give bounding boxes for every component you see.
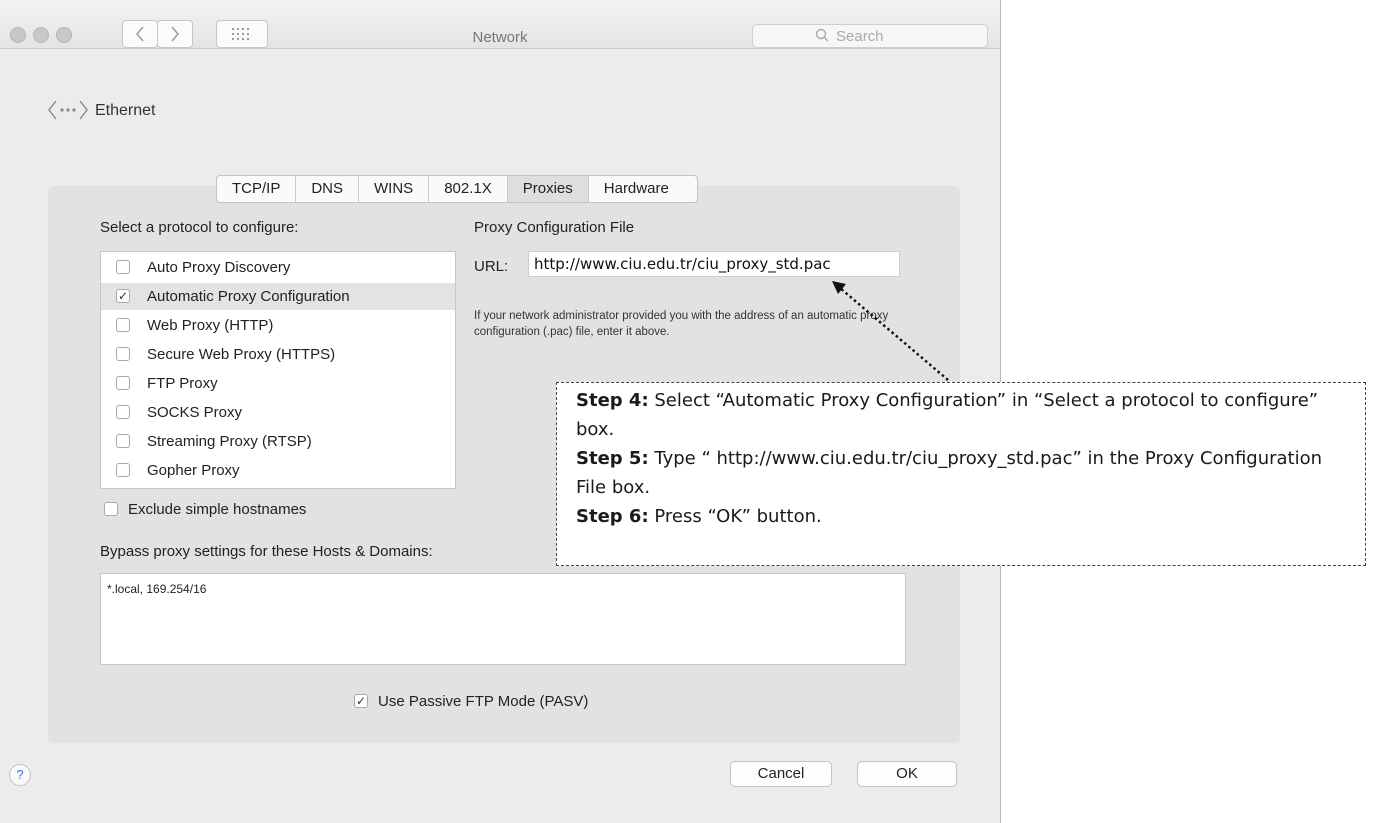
checkbox[interactable] — [116, 463, 130, 477]
checkbox[interactable] — [116, 347, 130, 361]
url-field[interactable]: http://www.ciu.edu.tr/ciu_proxy_std.pac — [528, 251, 900, 277]
step-prefix: Step 4: — [576, 390, 649, 411]
search-placeholder: Search — [836, 28, 884, 45]
step-text: Press “OK” button. — [648, 506, 822, 527]
protocol-item-streaming-proxy[interactable]: Streaming Proxy (RTSP) — [101, 428, 455, 455]
grid-icon — [232, 28, 249, 40]
protocol-item-ftp-proxy[interactable]: FTP Proxy — [101, 370, 455, 397]
protocol-label: Gopher Proxy — [147, 462, 240, 479]
step-4: Step 4: Select “Automatic Proxy Configur… — [576, 386, 1356, 444]
back-button[interactable] — [122, 20, 158, 48]
checkbox[interactable] — [116, 318, 130, 332]
chevron-left-icon — [136, 26, 144, 42]
step-prefix: Step 5: — [576, 448, 649, 469]
forward-button[interactable] — [157, 20, 193, 48]
protocol-list: Auto Proxy Discovery ✓ Automatic Proxy C… — [100, 251, 456, 489]
exclude-simple-hostnames-label: Exclude simple hostnames — [128, 501, 307, 518]
search-icon — [815, 28, 829, 42]
minimize-window-button[interactable] — [33, 27, 49, 43]
step-5: Step 5: Type “ http://www.ciu.edu.tr/ciu… — [576, 444, 1356, 502]
protocol-item-gopher-proxy[interactable]: Gopher Proxy — [101, 457, 455, 484]
protocol-heading: Select a protocol to configure: — [100, 219, 299, 236]
cancel-button[interactable]: Cancel — [730, 761, 832, 787]
ok-button[interactable]: OK — [857, 761, 957, 787]
exclude-simple-hostnames-checkbox[interactable] — [104, 502, 118, 516]
protocol-item-automatic-proxy-configuration[interactable]: ✓ Automatic Proxy Configuration — [101, 283, 455, 310]
step-text: Select “Automatic Proxy Configuration” i… — [576, 390, 1319, 440]
window-title: Network — [472, 29, 528, 46]
tab-proxies[interactable]: Proxies — [507, 176, 589, 202]
zoom-window-button[interactable] — [56, 27, 72, 43]
protocol-item-socks-proxy[interactable]: SOCKS Proxy — [101, 399, 455, 426]
checkbox[interactable] — [116, 376, 130, 390]
chevron-right-icon — [171, 26, 179, 42]
show-all-button[interactable] — [216, 20, 268, 48]
bypass-heading: Bypass proxy settings for these Hosts & … — [100, 543, 433, 560]
tab-dns[interactable]: DNS — [296, 176, 360, 202]
network-arrows-icon[interactable] — [47, 99, 89, 121]
url-label: URL: — [474, 258, 509, 275]
protocol-item-secure-web-proxy[interactable]: Secure Web Proxy (HTTPS) — [101, 341, 455, 368]
help-button[interactable]: ? — [9, 764, 31, 786]
tab-8021x[interactable]: 802.1X — [429, 176, 508, 202]
bypass-hosts-textarea[interactable]: *.local, 169.254/16 — [100, 573, 906, 665]
protocol-label: FTP Proxy — [147, 375, 218, 392]
passive-ftp-label: Use Passive FTP Mode (PASV) — [378, 693, 589, 710]
protocol-label: SOCKS Proxy — [147, 404, 243, 421]
checkbox-checked[interactable]: ✓ — [116, 289, 130, 303]
instruction-text: Step 4: Select “Automatic Proxy Configur… — [576, 386, 1356, 531]
close-window-button[interactable] — [10, 27, 26, 43]
step-6: Step 6: Press “OK” button. — [576, 502, 1356, 531]
step-text: Type “ http://www.ciu.edu.tr/ciu_proxy_s… — [576, 448, 1323, 498]
protocol-label: Streaming Proxy (RTSP) — [147, 433, 312, 450]
protocol-label: Web Proxy (HTTP) — [147, 317, 274, 334]
step-prefix: Step 6: — [576, 506, 649, 527]
proxy-help-text: If your network administrator provided y… — [474, 310, 889, 338]
protocol-item-web-proxy[interactable]: Web Proxy (HTTP) — [101, 312, 455, 339]
checkbox[interactable] — [116, 434, 130, 448]
tab-wins[interactable]: WINS — [359, 176, 430, 202]
tab-bar: TCP/IP DNS WINS 802.1X Proxies Hardware — [216, 175, 698, 203]
protocol-label: Automatic Proxy Configuration — [147, 288, 350, 305]
protocol-label: Auto Proxy Discovery — [147, 259, 291, 276]
tab-tcpip[interactable]: TCP/IP — [217, 176, 297, 202]
tab-hardware[interactable]: Hardware — [589, 176, 697, 202]
checkbox[interactable] — [116, 260, 130, 274]
protocol-label: Secure Web Proxy (HTTPS) — [147, 346, 336, 363]
checkbox[interactable] — [116, 405, 130, 419]
title-bar: Network Search — [0, 0, 1000, 49]
protocol-item-auto-proxy-discovery[interactable]: Auto Proxy Discovery — [101, 254, 455, 281]
breadcrumb-ethernet: Ethernet — [95, 102, 156, 119]
proxy-config-heading: Proxy Configuration File — [474, 219, 635, 236]
passive-ftp-checkbox[interactable]: ✓ — [354, 694, 368, 708]
